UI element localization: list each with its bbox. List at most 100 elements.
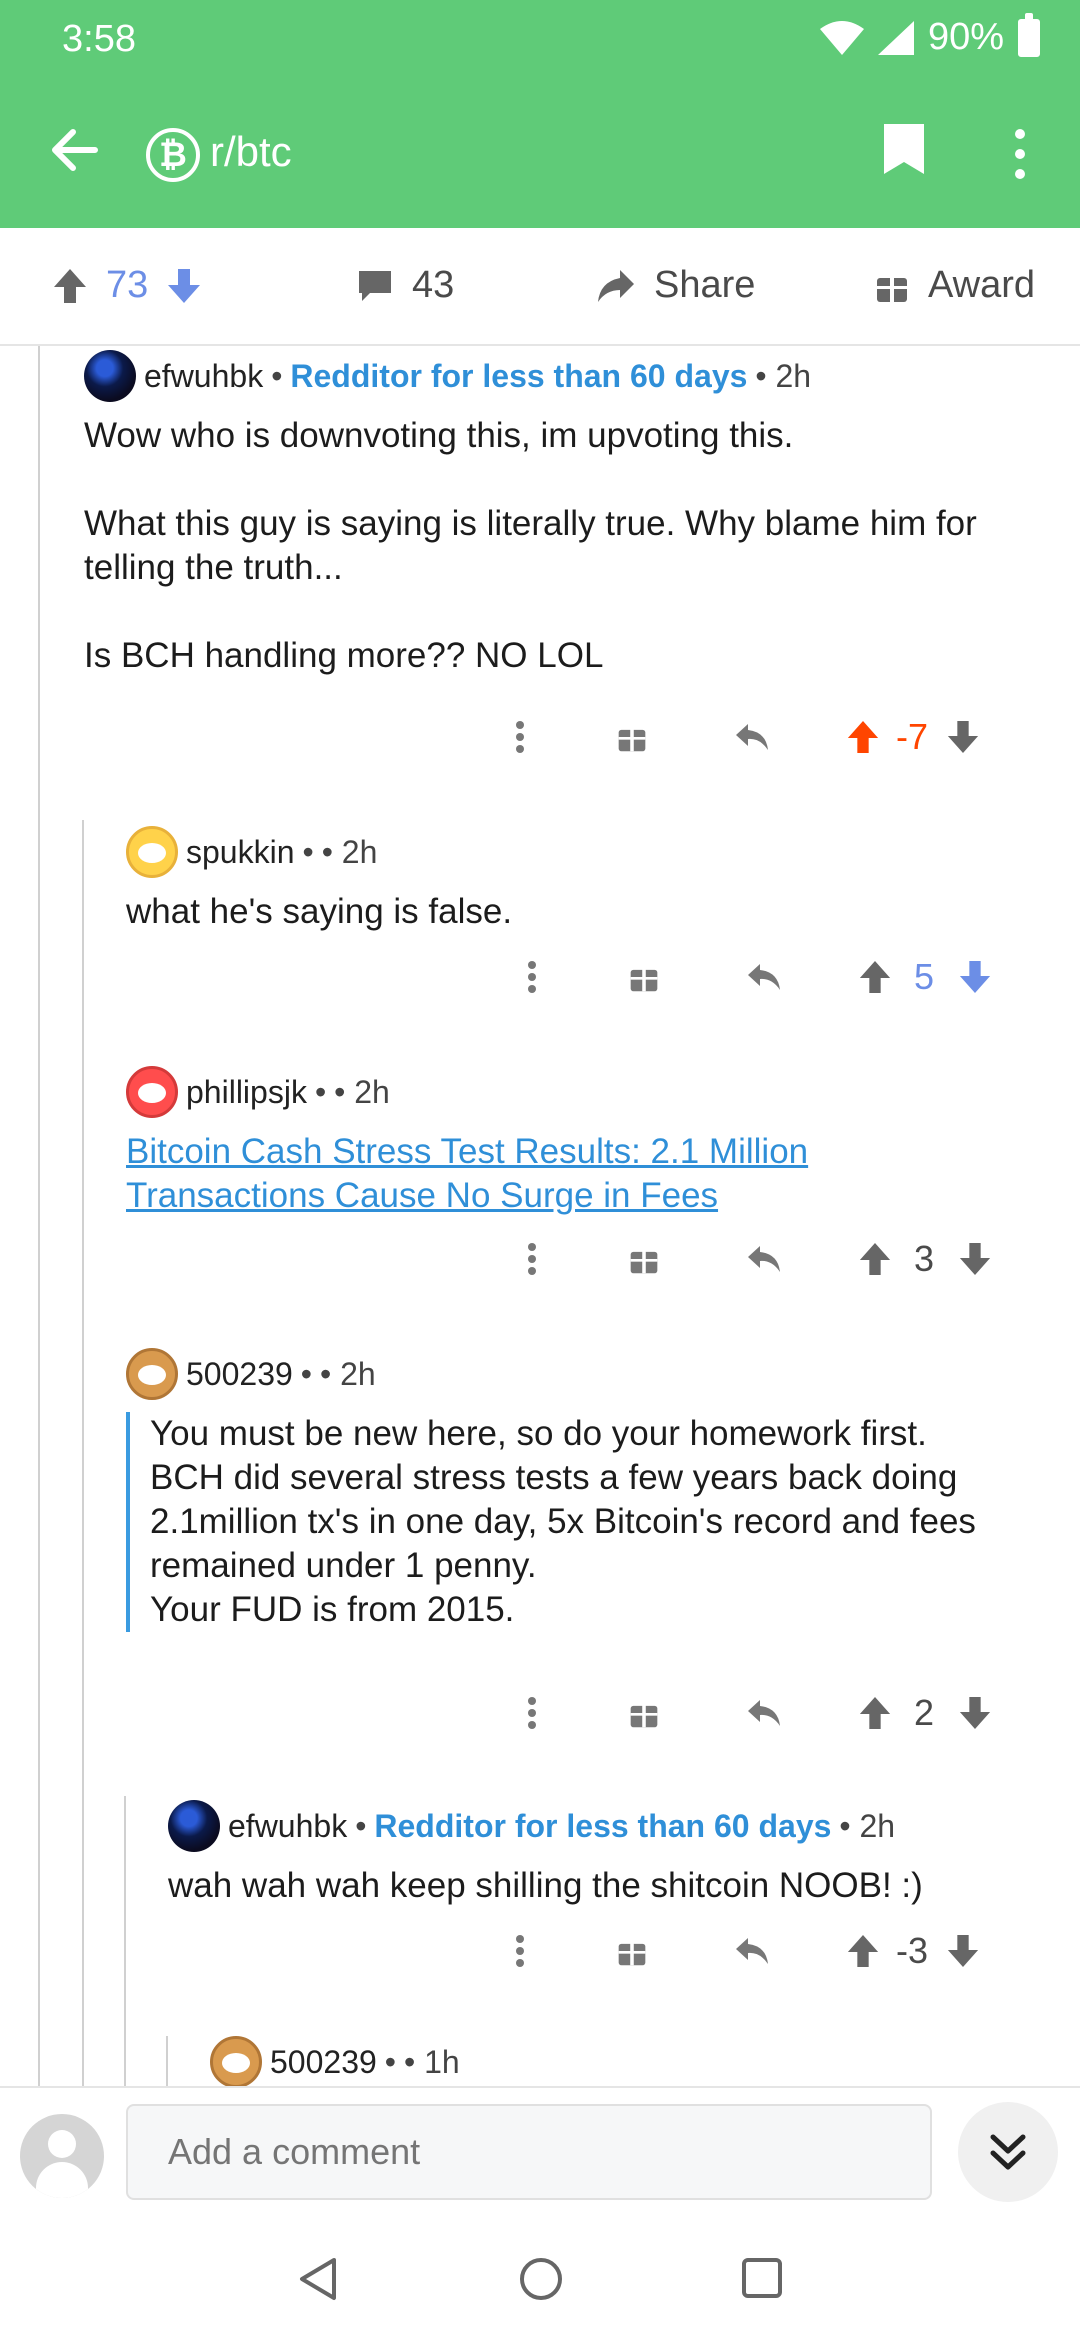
comment-body: wah wah wah keep shilling the shitcoin N… xyxy=(168,1866,923,1905)
next-comment-button[interactable] xyxy=(958,2102,1058,2202)
gift-icon[interactable] xyxy=(628,961,660,993)
comment-paragraph: Wow who is downvoting this, im upvoting … xyxy=(84,416,794,455)
comment-meta: 500239 • • 1h xyxy=(210,2036,1030,2086)
avatar[interactable] xyxy=(168,1800,220,1852)
share-icon xyxy=(598,269,634,302)
comment-age: • 2h xyxy=(334,1073,390,1110)
comment-actions: -3 xyxy=(500,1930,980,1972)
username[interactable]: efwuhbk xyxy=(144,358,263,395)
username[interactable]: 500239 xyxy=(186,1356,293,1393)
comment[interactable]: 500239 • • 1h xyxy=(210,2036,1030,2086)
username[interactable]: phillipsjk xyxy=(186,1074,307,1111)
comment-actions: 3 xyxy=(512,1238,992,1280)
app-header: 3:58 90% ₿ r/btc xyxy=(0,0,1080,228)
nav-recents-button[interactable] xyxy=(740,2256,784,2305)
reply-icon[interactable] xyxy=(734,722,770,752)
more-options-icon[interactable] xyxy=(512,1696,552,1730)
more-options-icon[interactable] xyxy=(512,960,552,994)
circle-home-icon xyxy=(520,2258,562,2300)
award-button[interactable]: Award xyxy=(874,264,1035,307)
comment-actions: 5 xyxy=(512,956,992,998)
username[interactable]: efwuhbk xyxy=(228,1808,347,1845)
upvote-icon[interactable] xyxy=(846,719,880,755)
separator: • xyxy=(314,1073,327,1110)
downvote-icon[interactable] xyxy=(958,1695,992,1731)
comments-button[interactable]: 43 xyxy=(356,264,454,307)
upvote-icon[interactable] xyxy=(52,267,88,305)
comment-body: Wow who is downvoting this, im upvoting … xyxy=(84,414,1044,678)
comment-meta: efwuhbk • Redditor for less than 60 days… xyxy=(84,350,1044,402)
comment[interactable]: efwuhbk • Redditor for less than 60 days… xyxy=(84,350,1044,678)
downvote-icon[interactable] xyxy=(946,719,980,755)
gift-icon[interactable] xyxy=(628,1243,660,1275)
user-flair: Redditor for less than 60 days xyxy=(290,357,748,394)
system-nav-bar xyxy=(0,2216,1080,2340)
avatar[interactable] xyxy=(210,2036,262,2086)
more-options-icon[interactable] xyxy=(500,1934,540,1968)
upvote-icon[interactable] xyxy=(858,1695,892,1731)
comment-age: • 1h xyxy=(403,2043,460,2080)
bitcoin-icon[interactable]: ₿ xyxy=(146,128,200,182)
share-button[interactable]: Share xyxy=(596,264,755,307)
reply-icon[interactable] xyxy=(746,1244,782,1274)
gift-icon[interactable] xyxy=(628,1697,660,1729)
comment-feed[interactable]: efwuhbk • Redditor for less than 60 days… xyxy=(0,346,1080,2086)
gift-icon[interactable] xyxy=(616,721,648,753)
bookmark-button[interactable] xyxy=(882,122,936,186)
gift-icon xyxy=(877,271,907,302)
separator: • xyxy=(300,1355,312,1392)
comment-input[interactable] xyxy=(126,2104,932,2200)
avatar[interactable] xyxy=(126,1348,178,1400)
comment[interactable]: spukkin • • 2h what he's saying is false… xyxy=(126,826,1026,934)
comment-score: 5 xyxy=(913,956,935,997)
article-link[interactable]: Bitcoin Cash Stress Test Results: 2.1 Mi… xyxy=(126,1132,808,1215)
gift-icon[interactable] xyxy=(616,1935,648,1967)
comment-score: -7 xyxy=(895,716,928,757)
nav-back-button[interactable] xyxy=(296,2256,340,2307)
user-avatar[interactable] xyxy=(20,2114,104,2198)
quote-line: You must be new here, so do your homewor… xyxy=(150,1414,927,1453)
subreddit-name[interactable]: r/btc xyxy=(210,128,292,176)
avatar[interactable] xyxy=(84,350,136,402)
thread-line xyxy=(38,346,40,2086)
separator: • xyxy=(271,357,283,394)
downvote-icon[interactable] xyxy=(946,1933,980,1969)
avatar[interactable] xyxy=(126,1066,178,1118)
comment-meta: efwuhbk • Redditor for less than 60 days… xyxy=(168,1800,1038,1852)
username[interactable]: 500239 xyxy=(270,2044,377,2081)
comment-quote: You must be new here, so do your homewor… xyxy=(126,1412,1036,1632)
nav-home-button[interactable] xyxy=(518,2256,564,2307)
comment-body: Bitcoin Cash Stress Test Results: 2.1 Mi… xyxy=(126,1130,906,1218)
signal-icon xyxy=(877,20,914,55)
reply-icon[interactable] xyxy=(734,1936,770,1966)
comment-meta: spukkin • • 2h xyxy=(126,826,1026,878)
comment-age: • 2h xyxy=(839,1807,896,1844)
downvote-icon[interactable] xyxy=(958,1241,992,1277)
status-time: 3:58 xyxy=(62,18,136,60)
quote-line: Your FUD is from 2015. xyxy=(150,1590,515,1629)
upvote-icon[interactable] xyxy=(858,959,892,995)
battery-percent: 90% xyxy=(927,16,1004,58)
reply-icon[interactable] xyxy=(746,962,782,992)
avatar[interactable] xyxy=(126,826,178,878)
downvote-icon[interactable] xyxy=(166,267,202,305)
comment[interactable]: efwuhbk • Redditor for less than 60 days… xyxy=(168,1800,1038,1908)
reply-icon[interactable] xyxy=(746,1698,782,1728)
username[interactable]: spukkin xyxy=(186,834,295,871)
upvote-icon[interactable] xyxy=(858,1241,892,1277)
comment[interactable]: 500239 • • 2h You must be new here, so d… xyxy=(126,1348,1036,1632)
more-options-icon[interactable] xyxy=(500,720,540,754)
upvote-icon[interactable] xyxy=(846,1933,880,1969)
battery-icon xyxy=(1018,12,1040,57)
overflow-menu-button[interactable] xyxy=(1000,122,1040,186)
more-options-icon[interactable] xyxy=(512,1242,552,1276)
comment-actions: 2 xyxy=(512,1692,992,1734)
comment-paragraph: Is BCH handling more?? NO LOL xyxy=(84,636,604,675)
comment-paragraph: What this guy is saying is literally tru… xyxy=(84,504,977,587)
downvote-icon[interactable] xyxy=(958,959,992,995)
comment[interactable]: phillipsjk • • 2h Bitcoin Cash Stress Te… xyxy=(126,1066,906,1218)
bookmark-icon xyxy=(884,124,924,174)
back-button[interactable] xyxy=(44,120,104,180)
comment-bubble-icon xyxy=(359,270,391,301)
comment-score: -3 xyxy=(895,1930,928,1971)
